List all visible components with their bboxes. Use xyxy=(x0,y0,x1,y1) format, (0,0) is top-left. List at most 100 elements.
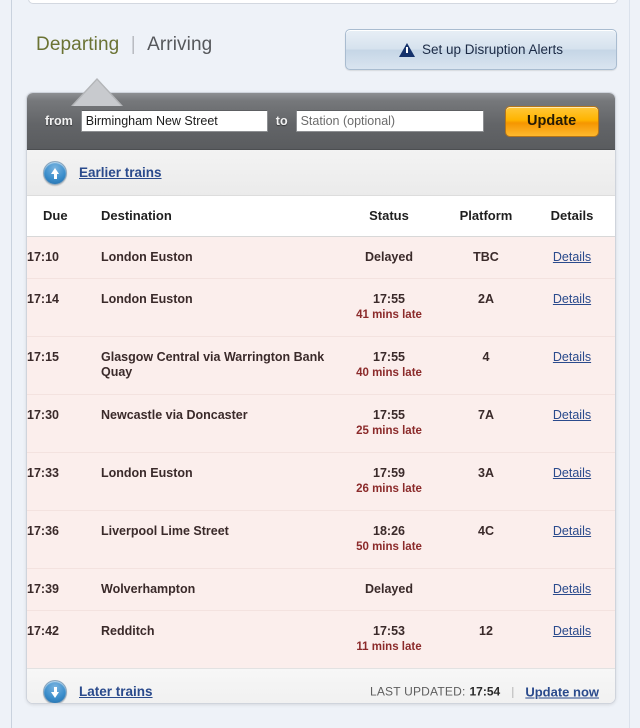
to-station-input[interactable] xyxy=(295,110,484,132)
cell-due: 17:15 xyxy=(27,336,101,395)
cell-due: 17:33 xyxy=(27,452,101,511)
cell-details: Details xyxy=(529,278,615,337)
mode-tabs: Departing | Arriving xyxy=(36,34,212,56)
cell-status: Delayed xyxy=(335,236,443,279)
cell-details: Details xyxy=(529,610,615,668)
details-link[interactable]: Details xyxy=(553,408,591,422)
cell-destination: Wolverhampton xyxy=(101,568,335,611)
cell-destination: Newcastle via Doncaster xyxy=(101,394,335,453)
table-row: 17:15 Glasgow Central via Warrington Bank… xyxy=(27,336,615,395)
cell-destination: Redditch xyxy=(101,610,335,668)
page-right-rule xyxy=(629,0,630,728)
cell-due: 17:30 xyxy=(27,394,101,453)
tab-departing[interactable]: Departing xyxy=(36,34,119,55)
cell-details: Details xyxy=(529,452,615,511)
tab-arriving[interactable]: Arriving xyxy=(147,34,212,55)
cell-due: 17:14 xyxy=(27,278,101,337)
page-root: Departing | Arriving Set up Disruption A… xyxy=(0,0,640,728)
cell-platform: 2A xyxy=(443,278,529,337)
departures-table-head: Due Destination Status Platform Details xyxy=(27,196,615,237)
cell-status-late: 25 mins late xyxy=(356,425,422,437)
earlier-trains-strip[interactable]: Earlier trains xyxy=(27,150,615,196)
header-row: Departing | Arriving Set up Disruption A… xyxy=(12,22,629,80)
table-row: 17:39 Wolverhampton Delayed Details xyxy=(27,568,615,611)
arrow-up-circle-icon[interactable] xyxy=(43,160,67,185)
cell-status: 17:53 11 mins late xyxy=(335,610,443,668)
departures-panel: from to Update Earlier trains Due Destin… xyxy=(26,92,616,704)
page-left-rule xyxy=(11,0,12,728)
cell-due: 17:10 xyxy=(27,236,101,279)
panel-pointer-triangle xyxy=(71,78,123,106)
last-updated-label: LAST UPDATED: xyxy=(369,684,466,699)
update-now-link[interactable]: Update now xyxy=(525,684,599,699)
cell-destination: London Euston xyxy=(101,278,335,337)
cell-destination: Liverpool Lime Street xyxy=(101,510,335,569)
update-button[interactable]: Update xyxy=(504,105,599,137)
column-header-status: Status xyxy=(335,196,443,237)
cell-status: 17:59 26 mins late xyxy=(335,452,443,511)
cell-status-late: 50 mins late xyxy=(356,541,422,553)
later-trains-link[interactable]: Later trains xyxy=(79,684,153,699)
cell-status: Delayed xyxy=(335,568,443,611)
table-row: 17:14 London Euston 17:55 41 mins late 2A Det… xyxy=(27,278,615,337)
from-station-input[interactable] xyxy=(80,110,268,132)
table-row: 17:30 Newcastle via Doncaster 17:55 25 mins… xyxy=(27,394,615,453)
cell-platform xyxy=(443,568,529,611)
arrow-down-circle-icon[interactable] xyxy=(43,679,67,703)
details-link[interactable]: Details xyxy=(553,250,591,264)
cell-details: Details xyxy=(529,510,615,569)
footer-separator: | xyxy=(511,684,515,699)
details-link[interactable]: Details xyxy=(553,350,591,364)
details-link[interactable]: Details xyxy=(553,466,591,480)
cell-destination: Glasgow Central via Warrington Bank Quay xyxy=(101,336,335,395)
top-partial-panel xyxy=(28,0,618,4)
table-row: 17:42 Redditch 17:53 11 mins late 12 Details xyxy=(27,610,615,668)
table-header-row: Due Destination Status Platform Details xyxy=(27,196,615,237)
cell-details: Details xyxy=(529,336,615,395)
from-label: from xyxy=(45,114,73,128)
departures-table: Due Destination Status Platform Details … xyxy=(27,196,615,668)
table-row: 17:36 Liverpool Lime Street 18:26 50 mins l… xyxy=(27,510,615,569)
cell-status-late: 11 mins late xyxy=(356,641,422,653)
cell-destination: London Euston xyxy=(101,452,335,511)
departures-table-body: 17:10 London Euston Delayed TBC Details 17:14… xyxy=(27,236,615,668)
cell-status: 17:55 25 mins late xyxy=(335,394,443,453)
cell-details: Details xyxy=(529,394,615,453)
last-updated-time: 17:54 xyxy=(469,684,501,699)
column-header-platform: Platform xyxy=(443,196,529,237)
cell-status: 17:55 40 mins late xyxy=(335,336,443,395)
cell-platform: 4C xyxy=(443,510,529,569)
to-label: to xyxy=(275,114,288,128)
details-link[interactable]: Details xyxy=(553,292,591,306)
setup-disruption-alerts-label: Set up Disruption Alerts xyxy=(421,42,564,57)
arrow-down-glyph xyxy=(51,686,59,698)
cell-due: 17:39 xyxy=(27,568,101,611)
arrow-up-glyph xyxy=(51,167,59,179)
cell-destination: London Euston xyxy=(101,236,335,279)
cell-status-late: 40 mins late xyxy=(356,367,422,379)
cell-status-late: 41 mins late xyxy=(356,309,422,321)
cell-details: Details xyxy=(529,236,615,279)
table-row: 17:10 London Euston Delayed TBC Details xyxy=(27,236,615,279)
details-link[interactable]: Details xyxy=(553,524,591,538)
later-trains-strip[interactable]: Later trains LAST UPDATED: 17:54 | Updat… xyxy=(27,668,615,703)
cell-due: 17:42 xyxy=(27,610,101,668)
last-updated-area: LAST UPDATED: 17:54 | Update now xyxy=(370,684,599,699)
details-link[interactable]: Details xyxy=(553,582,591,596)
earlier-trains-link[interactable]: Earlier trains xyxy=(79,165,162,180)
column-header-destination: Destination xyxy=(101,196,335,237)
table-row: 17:33 London Euston 17:59 26 mins late 3A Det… xyxy=(27,452,615,511)
cell-details: Details xyxy=(529,568,615,611)
cell-status: 18:26 50 mins late xyxy=(335,510,443,569)
column-header-due: Due xyxy=(27,196,101,237)
cell-status-late: 26 mins late xyxy=(356,483,422,495)
tab-separator: | xyxy=(130,34,136,55)
cell-platform: 4 xyxy=(443,336,529,395)
cell-due: 17:36 xyxy=(27,510,101,569)
cell-status: 17:55 41 mins late xyxy=(335,278,443,337)
details-link[interactable]: Details xyxy=(553,624,591,638)
cell-platform: 12 xyxy=(443,610,529,668)
cell-platform: 7A xyxy=(443,394,529,453)
cell-platform: TBC xyxy=(443,236,529,279)
setup-disruption-alerts-button[interactable]: Set up Disruption Alerts xyxy=(345,29,617,70)
